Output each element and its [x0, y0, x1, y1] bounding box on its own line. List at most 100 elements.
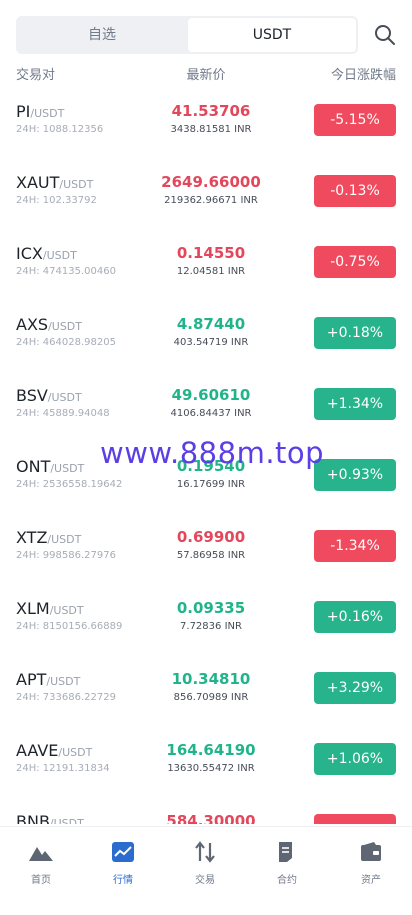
- fiat-price: 16.17699 INR: [176, 479, 246, 490]
- fiat-price: 3438.81581 INR: [170, 124, 252, 135]
- market-row[interactable]: PI/USDT 24H: 1088.12356 41.53706 3438.81581…: [0, 84, 412, 155]
- volume-24h: 24H: 474135.00460: [16, 266, 116, 277]
- pair-symbol: AAVE/USDT: [16, 741, 92, 760]
- pair-base: XAUT: [16, 173, 60, 192]
- tab-home-label: 首页: [31, 875, 51, 886]
- pair-quote: /USDT: [50, 462, 85, 475]
- pair-symbol: APT/USDT: [16, 670, 80, 689]
- home-mountain-icon: [29, 847, 53, 861]
- pair-base: BNB: [16, 812, 50, 824]
- fiat-price: 403.54719 INR: [173, 337, 249, 348]
- volume-24h: 24H: 998586.27976: [16, 550, 116, 561]
- header-pair: 交易对: [16, 68, 56, 83]
- tab-contract[interactable]: 合约: [246, 841, 328, 886]
- fiat-price: 219362.96671 INR: [164, 195, 258, 206]
- market-row[interactable]: AAVE/USDT 24H: 12191.31834 164.64190 13630.…: [0, 723, 412, 794]
- market-row[interactable]: APT/USDT 24H: 733686.22729 10.34810 856.709…: [0, 652, 412, 723]
- change-badge[interactable]: -1.34%: [314, 530, 396, 562]
- pair-quote: /USDT: [49, 817, 84, 824]
- volume-24h: 24H: 1088.12356: [16, 124, 104, 135]
- market-row[interactable]: BNB/USDT 584.30000: [0, 794, 412, 824]
- volume-24h: 24H: 464028.98205: [16, 337, 116, 348]
- last-price: 0.69900: [176, 528, 246, 546]
- tab-contract-label: 合约: [277, 875, 297, 886]
- pair-symbol: XTZ/USDT: [16, 528, 81, 547]
- pair-base: AAVE: [16, 741, 59, 760]
- tab-trade[interactable]: 交易: [164, 841, 246, 886]
- last-price: 10.34810: [171, 670, 251, 688]
- assets-wallet-icon: [361, 842, 381, 861]
- market-row[interactable]: BSV/USDT 24H: 45889.94048 49.60610 4106.844…: [0, 368, 412, 439]
- pair-quote: /USDT: [46, 675, 81, 688]
- fiat-price: 4106.84437 INR: [170, 408, 252, 419]
- last-price: 584.30000: [166, 812, 256, 824]
- market-row[interactable]: XLM/USDT 24H: 8150156.66889 0.09335 7.72836…: [0, 581, 412, 652]
- fiat-price: 12.04581 INR: [176, 266, 246, 277]
- change-badge[interactable]: -0.13%: [314, 175, 396, 207]
- search-icon[interactable]: [374, 24, 396, 46]
- pair-base: ONT: [16, 457, 51, 476]
- tab-home[interactable]: 首页: [0, 841, 82, 886]
- pair-symbol: PI/USDT: [16, 102, 64, 121]
- last-price: 164.64190: [166, 741, 256, 759]
- change-badge[interactable]: [314, 814, 396, 824]
- pair-symbol: AXS/USDT: [16, 315, 82, 334]
- tab-market-label: 行情: [113, 875, 133, 886]
- pair-symbol: XLM/USDT: [16, 599, 84, 618]
- last-price: 2649.66000: [161, 173, 261, 191]
- tab-usdt[interactable]: USDT: [188, 18, 356, 52]
- volume-24h: 24H: 8150156.66889: [16, 621, 123, 632]
- volume-24h: 24H: 733686.22729: [16, 692, 116, 703]
- change-badge[interactable]: +0.16%: [314, 601, 396, 633]
- pair-symbol: BSV/USDT: [16, 386, 82, 405]
- watermark-text: www.888m.top: [100, 436, 325, 470]
- market-row[interactable]: AXS/USDT 24H: 464028.98205 4.87440 403.5471…: [0, 297, 412, 368]
- pair-base: PI: [16, 102, 31, 121]
- change-badge[interactable]: -5.15%: [314, 104, 396, 136]
- change-badge[interactable]: +3.29%: [314, 672, 396, 704]
- pair-base: APT: [16, 670, 47, 689]
- pair-base: XTZ: [16, 528, 48, 547]
- pair-quote: /USDT: [59, 178, 94, 191]
- pair-quote: /USDT: [47, 533, 82, 546]
- change-badge[interactable]: +0.18%: [314, 317, 396, 349]
- fiat-price: 57.86958 INR: [176, 550, 246, 561]
- market-row[interactable]: XAUT/USDT 24H: 102.33792 2649.66000 219362.…: [0, 155, 412, 226]
- pair-quote: /USDT: [48, 320, 82, 333]
- pair-quote: /USDT: [58, 746, 93, 759]
- market-row[interactable]: XTZ/USDT 24H: 998586.27976 0.69900 57.86958…: [0, 510, 412, 581]
- pair-base: AXS: [16, 315, 49, 334]
- pair-symbol: BNB/USDT: [16, 812, 84, 824]
- tab-assets-label: 资产: [361, 875, 381, 886]
- fiat-price: 856.70989 INR: [173, 692, 249, 703]
- tab-trade-label: 交易: [195, 875, 215, 886]
- change-badge[interactable]: +1.34%: [314, 388, 396, 420]
- tab-watchlist[interactable]: 自选: [18, 18, 186, 52]
- pair-base: BSV: [16, 386, 48, 405]
- pair-symbol: ICX/USDT: [16, 244, 77, 263]
- pair-base: XLM: [16, 599, 50, 618]
- pair-quote: /USDT: [42, 249, 77, 262]
- fiat-price: 13630.55472 INR: [167, 763, 255, 774]
- pair-symbol: XAUT/USDT: [16, 173, 93, 192]
- market-chart-icon: [112, 842, 134, 862]
- tab-market[interactable]: 行情: [82, 841, 164, 886]
- bottom-tab-bar: 首页 行情 交易 合约 资产: [0, 826, 412, 915]
- volume-24h: 24H: 45889.94048: [16, 408, 110, 419]
- tab-assets[interactable]: 资产: [330, 841, 412, 886]
- header-change[interactable]: 今日涨跌幅: [331, 66, 396, 86]
- change-badge[interactable]: +0.93%: [314, 459, 396, 491]
- pair-symbol: ONT/USDT: [16, 457, 84, 476]
- pair-quote: /USDT: [49, 604, 84, 617]
- market-row[interactable]: ICX/USDT 24H: 474135.00460 0.14550 12.04581…: [0, 226, 412, 297]
- change-badge[interactable]: -0.75%: [314, 246, 396, 278]
- change-badge[interactable]: +1.06%: [314, 743, 396, 775]
- contract-document-icon: [279, 842, 292, 862]
- pair-quote: /USDT: [47, 391, 82, 404]
- header-price: 最新价: [186, 68, 226, 83]
- last-price: 4.87440: [176, 315, 246, 333]
- trade-arrows-icon: [195, 841, 215, 863]
- volume-24h: 24H: 102.33792: [16, 195, 97, 206]
- pair-quote: /USDT: [30, 107, 65, 120]
- last-price: 41.53706: [171, 102, 251, 120]
